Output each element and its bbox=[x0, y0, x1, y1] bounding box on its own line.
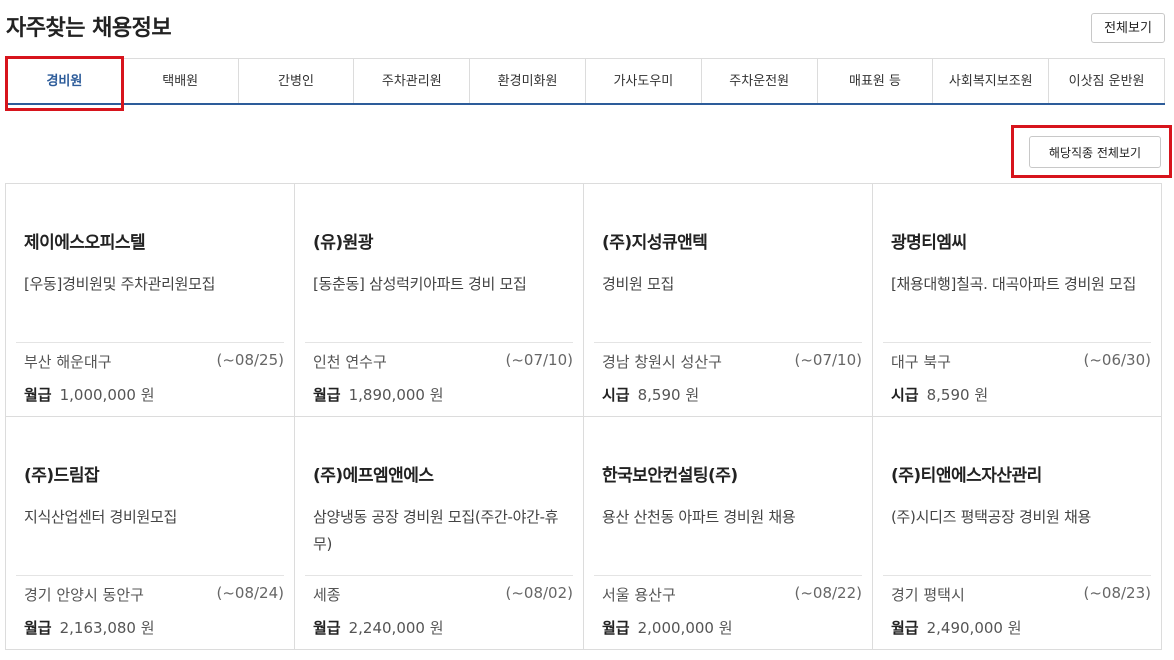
job-pay: 월급 1,000,000 원 bbox=[24, 384, 155, 405]
job-card[interactable]: (유)원광 [동춘동] 삼성럭키아파트 경비 모집 인천 연수구 (~07/10… bbox=[295, 184, 584, 417]
card-divider bbox=[883, 342, 1151, 343]
job-location: 대구 북구 bbox=[891, 353, 951, 371]
company-name: 제이에스오피스텔 bbox=[24, 233, 146, 253]
job-location: 부산 해운대구 bbox=[24, 353, 112, 371]
view-all-button[interactable]: 전체보기 bbox=[1091, 13, 1165, 43]
job-title[interactable]: 용산 산천동 아파트 경비원 채용 bbox=[602, 504, 854, 531]
pay-type: 월급 bbox=[313, 386, 341, 404]
pay-amount: 2,490,000 원 bbox=[926, 619, 1022, 637]
pay-amount: 1,000,000 원 bbox=[59, 386, 155, 404]
job-card[interactable]: 제이에스오피스텔 [우동]경비원및 주차관리원모집 부산 해운대구 (~08/2… bbox=[6, 184, 295, 417]
job-title[interactable]: 경비원 모집 bbox=[602, 271, 854, 298]
pay-type: 월급 bbox=[24, 619, 52, 637]
job-title[interactable]: [우동]경비원및 주차관리원모집 bbox=[24, 271, 276, 298]
pay-amount: 2,240,000 원 bbox=[348, 619, 444, 637]
card-divider bbox=[883, 575, 1151, 576]
job-pay: 시급 8,590 원 bbox=[891, 384, 988, 405]
pay-amount: 1,890,000 원 bbox=[348, 386, 444, 404]
tab-caregiver[interactable]: 간병인 bbox=[238, 58, 355, 103]
card-divider bbox=[594, 575, 862, 576]
company-name: 한국보안컨설팅(주) bbox=[602, 466, 738, 486]
pay-type: 월급 bbox=[24, 386, 52, 404]
job-card[interactable]: 광명티엠씨 [채용대행]칠곡. 대곡아파트 경비원 모집 대구 북구 (~06/… bbox=[873, 184, 1162, 417]
tab-parking-manager[interactable]: 주차관리원 bbox=[354, 58, 471, 103]
job-card[interactable]: (주)지성큐앤텍 경비원 모집 경남 창원시 성산구 (~07/10) 시급 8,… bbox=[584, 184, 873, 417]
company-name: (유)원광 bbox=[313, 233, 373, 253]
card-divider bbox=[16, 342, 284, 343]
occupation-tabs: 경비원 택배원 간병인 주차관리원 환경미화원 가사도우미 주차운전원 매표원 … bbox=[6, 58, 1165, 105]
pay-amount: 2,163,080 원 bbox=[59, 619, 155, 637]
job-deadline: (~07/10) bbox=[505, 351, 574, 369]
job-location: 경기 평택시 bbox=[891, 586, 965, 604]
job-deadline: (~08/24) bbox=[216, 584, 285, 602]
job-location: 인천 연수구 bbox=[313, 353, 387, 371]
job-card[interactable]: 한국보안컨설팅(주) 용산 산천동 아파트 경비원 채용 서울 용산구 (~08… bbox=[584, 417, 873, 650]
job-deadline: (~08/22) bbox=[794, 584, 863, 602]
job-title[interactable]: 지식산업센터 경비원모집 bbox=[24, 504, 276, 531]
pay-type: 월급 bbox=[602, 619, 630, 637]
job-pay: 월급 1,890,000 원 bbox=[313, 384, 444, 405]
job-pay: 월급 2,000,000 원 bbox=[602, 617, 733, 638]
job-pay: 시급 8,590 원 bbox=[602, 384, 699, 405]
card-divider bbox=[594, 342, 862, 343]
job-card[interactable]: (주)에프엠앤에스 삼양냉동 공장 경비원 모집(주간-야간-휴무) 세종 (~… bbox=[295, 417, 584, 650]
company-name: 광명티엠씨 bbox=[891, 233, 967, 253]
tab-ticket-seller[interactable]: 매표원 등 bbox=[817, 58, 934, 103]
job-pay: 월급 2,240,000 원 bbox=[313, 617, 444, 638]
job-deadline: (~06/30) bbox=[1083, 351, 1152, 369]
pay-amount: 8,590 원 bbox=[637, 386, 700, 404]
job-location: 경남 창원시 성산구 bbox=[602, 353, 722, 371]
job-deadline: (~08/02) bbox=[505, 584, 574, 602]
job-location: 세종 bbox=[313, 586, 341, 604]
job-card-grid: 제이에스오피스텔 [우동]경비원및 주차관리원모집 부산 해운대구 (~08/2… bbox=[5, 183, 1162, 650]
company-name: (주)지성큐앤텍 bbox=[602, 233, 708, 253]
card-divider bbox=[16, 575, 284, 576]
pay-amount: 2,000,000 원 bbox=[637, 619, 733, 637]
tab-parking-driver[interactable]: 주차운전원 bbox=[701, 58, 818, 103]
tab-housekeeper[interactable]: 가사도우미 bbox=[585, 58, 702, 103]
job-deadline: (~08/23) bbox=[1083, 584, 1152, 602]
company-name: (주)드림잡 bbox=[24, 466, 100, 486]
company-name: (주)에프엠앤에스 bbox=[313, 466, 434, 486]
tab-cleaner[interactable]: 환경미화원 bbox=[470, 58, 586, 103]
pay-type: 월급 bbox=[891, 619, 919, 637]
tab-social-welfare-assistant[interactable]: 사회복지보조원 bbox=[933, 58, 1050, 103]
job-pay: 월급 2,490,000 원 bbox=[891, 617, 1022, 638]
card-divider bbox=[305, 575, 573, 576]
occupation-view-all-button[interactable]: 해당직종 전체보기 bbox=[1029, 136, 1161, 168]
job-card[interactable]: (주)드림잡 지식산업센터 경비원모집 경기 안양시 동안구 (~08/24) … bbox=[6, 417, 295, 650]
page-title: 자주찾는 채용정보 bbox=[6, 16, 172, 41]
job-location: 경기 안양시 동안구 bbox=[24, 586, 144, 604]
pay-type: 시급 bbox=[891, 386, 919, 404]
job-title[interactable]: [채용대행]칠곡. 대곡아파트 경비원 모집 bbox=[891, 271, 1143, 298]
pay-amount: 8,590 원 bbox=[926, 386, 989, 404]
job-deadline: (~07/10) bbox=[794, 351, 863, 369]
card-divider bbox=[305, 342, 573, 343]
tab-courier[interactable]: 택배원 bbox=[122, 58, 239, 103]
job-location: 서울 용산구 bbox=[602, 586, 676, 604]
job-title[interactable]: 삼양냉동 공장 경비원 모집(주간-야간-휴무) bbox=[313, 504, 565, 558]
tab-guard[interactable]: 경비원 bbox=[6, 58, 123, 103]
tab-mover[interactable]: 이삿짐 운반원 bbox=[1049, 58, 1165, 103]
job-deadline: (~08/25) bbox=[216, 351, 285, 369]
pay-type: 월급 bbox=[313, 619, 341, 637]
job-title[interactable]: (주)시디즈 평택공장 경비원 채용 bbox=[891, 504, 1143, 531]
job-card[interactable]: (주)티앤에스자산관리 (주)시디즈 평택공장 경비원 채용 경기 평택시 (~… bbox=[873, 417, 1162, 650]
pay-type: 시급 bbox=[602, 386, 630, 404]
job-title[interactable]: [동춘동] 삼성럭키아파트 경비 모집 bbox=[313, 271, 565, 298]
company-name: (주)티앤에스자산관리 bbox=[891, 466, 1042, 486]
job-pay: 월급 2,163,080 원 bbox=[24, 617, 155, 638]
